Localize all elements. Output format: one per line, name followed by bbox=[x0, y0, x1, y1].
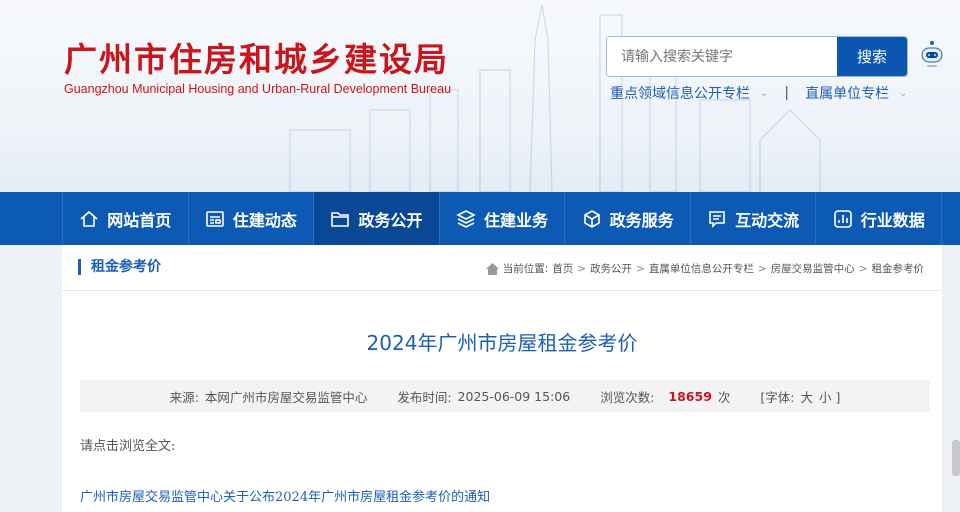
nav-label: 政务服务 bbox=[609, 210, 674, 230]
header-links: 重点领域信息公开专栏 ⌄ | 直属单位专栏 ⌄ bbox=[610, 83, 908, 103]
nav-label: 互动交流 bbox=[735, 210, 800, 230]
home-icon bbox=[80, 210, 98, 227]
main-nav: 网站首页 住建动态 政务公开 住建业务 政务服务 互动交流 行业数据 bbox=[0, 192, 960, 245]
views-unit: 次 bbox=[717, 389, 731, 405]
nav-label: 住建业务 bbox=[484, 210, 549, 230]
breadcrumb-label: 当前位置: bbox=[502, 263, 549, 275]
source-value: 本网广州市房屋交易监管中心 bbox=[204, 389, 368, 405]
site-header: 广州市住房和城乡建设局 Guangzhou Municipal Housing … bbox=[0, 0, 960, 192]
source-label: 来源: bbox=[169, 389, 199, 405]
search-button[interactable]: 搜索 bbox=[837, 37, 907, 76]
nav-item-data[interactable]: 行业数据 bbox=[816, 192, 943, 245]
affiliated-units-link[interactable]: 直属单位专栏 bbox=[805, 83, 889, 103]
date-value: 2025-06-09 15:06 bbox=[457, 388, 571, 404]
cube-icon bbox=[583, 209, 600, 228]
search-input[interactable] bbox=[607, 37, 837, 76]
folder-icon bbox=[331, 211, 350, 227]
nav-label: 政务公开 bbox=[358, 210, 423, 230]
scrollbar-thumb[interactable] bbox=[952, 440, 960, 476]
article-intro: 请点击浏览全文: bbox=[80, 439, 176, 454]
font-size-label: [字体: bbox=[760, 389, 795, 405]
nav-item-business[interactable]: 住建业务 bbox=[440, 192, 566, 245]
nav-item-interaction[interactable]: 互动交流 bbox=[691, 192, 817, 245]
nav-item-services[interactable]: 政务服务 bbox=[565, 192, 691, 245]
layers-icon bbox=[456, 209, 476, 228]
nav-label: 行业数据 bbox=[860, 210, 925, 230]
article-title: 2024年广州市房屋租金参考价 bbox=[366, 331, 638, 355]
chevron-down-icon[interactable]: ⌄ bbox=[760, 88, 768, 99]
chevron-down-icon[interactable]: ⌄ bbox=[899, 88, 907, 99]
nav-item-gov-info[interactable]: 政务公开 bbox=[314, 192, 440, 245]
nav-label: 住建动态 bbox=[232, 210, 297, 230]
nav-item-home[interactable]: 网站首页 bbox=[62, 192, 189, 245]
robot-assistant-icon[interactable] bbox=[918, 40, 946, 70]
breadcrumb-item[interactable]: 政务公开 bbox=[590, 261, 632, 276]
search-bar: 搜索 bbox=[606, 36, 908, 77]
article-meta-bar: 来源: 本网广州市房屋交易监管中心 发布时间: 2025-06-09 15:06… bbox=[80, 380, 930, 412]
home-icon bbox=[485, 262, 499, 275]
divider: | bbox=[784, 85, 790, 101]
breadcrumb-item[interactable]: 首页 bbox=[552, 261, 573, 276]
key-areas-link[interactable]: 重点领域信息公开专栏 bbox=[610, 83, 750, 103]
site-logo-subtitle: Guangzhou Municipal Housing and Urban-Ru… bbox=[64, 82, 452, 96]
views-label: 浏览次数: bbox=[600, 389, 655, 405]
views-count: 18659 bbox=[668, 388, 712, 404]
breadcrumb-item[interactable]: 房屋交易监管中心 bbox=[771, 261, 855, 276]
section-header: 租金参考价 当前位置: 首页 > 政务公开 > 直属单位信息公开专栏 > 房屋交易监管… bbox=[62, 245, 942, 291]
content-panel: 租金参考价 当前位置: 首页 > 政务公开 > 直属单位信息公开专栏 > 房屋交易监管… bbox=[62, 245, 942, 512]
breadcrumb-item[interactable]: 租金参考价 bbox=[872, 261, 925, 276]
notice-link[interactable]: 广州市房屋交易监管中心关于公布2024年广州市房屋租金参考价的通知 bbox=[80, 486, 490, 505]
nav-label: 网站首页 bbox=[107, 210, 172, 230]
chat-icon bbox=[709, 210, 725, 228]
chart-icon bbox=[833, 209, 852, 228]
date-label: 发布时间: bbox=[397, 389, 452, 405]
news-icon bbox=[206, 210, 224, 227]
font-small-button[interactable]: 小 ] bbox=[819, 387, 840, 406]
breadcrumb-item[interactable]: 直属单位信息公开专栏 bbox=[649, 261, 754, 276]
breadcrumb: 当前位置: 首页 > 政务公开 > 直属单位信息公开专栏 > 房屋交易监管中心 > 租金… bbox=[485, 261, 925, 276]
site-logo-title[interactable]: 广州市住房和城乡建设局 bbox=[64, 33, 449, 81]
nav-item-news[interactable]: 住建动态 bbox=[189, 192, 315, 245]
section-title: 租金参考价 bbox=[78, 259, 161, 275]
font-large-button[interactable]: 大 bbox=[801, 387, 814, 406]
